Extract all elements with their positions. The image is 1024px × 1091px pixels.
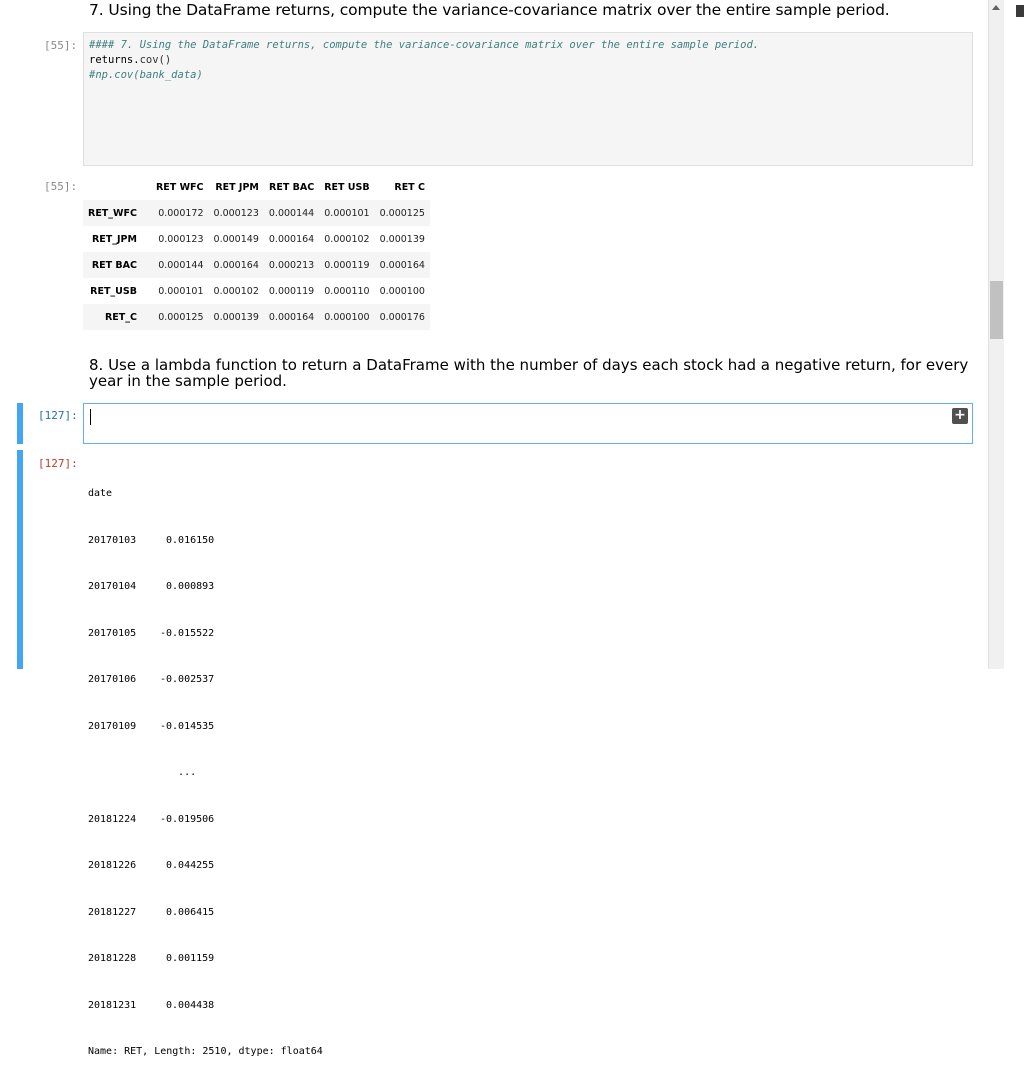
series-output: date 20170103 0.016150 20170104 0.000893… xyxy=(88,455,323,1091)
heading-question-8: 8. Use a lambda function to return a Dat… xyxy=(89,356,969,390)
code-function: cov() xyxy=(139,54,172,66)
table-cell: 0.000164 xyxy=(268,233,315,245)
series-row: 20181224 -0.019506 xyxy=(88,813,215,825)
table-cell: 0.000213 xyxy=(268,259,315,271)
table-cell: 0.000102 xyxy=(213,285,259,297)
series-ellipsis: ... xyxy=(160,767,197,778)
table-cell: 0.000125 xyxy=(379,207,425,219)
table-cell: 0.000125 xyxy=(158,311,204,323)
table-cell: 0.000101 xyxy=(324,207,370,219)
code-statement-line: returns.cov() xyxy=(89,54,171,66)
row-index: RET_JPM xyxy=(91,233,137,245)
table-cell: 0.000149 xyxy=(213,233,259,245)
scrollbar-thumb[interactable] xyxy=(990,281,1003,339)
table-cell: 0.000164 xyxy=(379,259,425,271)
column-header: RET C xyxy=(394,181,425,193)
output-prompt-127: [127]: xyxy=(38,457,78,470)
series-footer: Name: RET, Length: 2510, dtype: float64 xyxy=(88,1046,323,1057)
table-cell: 0.000172 xyxy=(158,207,204,219)
table-row: RET BAC 0.000144 0.000164 0.000213 0.000… xyxy=(83,252,430,278)
series-row: 20170109 -0.014535 xyxy=(88,720,215,732)
column-header: RET USB xyxy=(324,181,370,193)
vertical-scrollbar[interactable] xyxy=(988,0,1004,669)
series-row: 20181231 0.004438 xyxy=(88,999,215,1011)
column-header: RET WFC xyxy=(155,181,204,193)
table-corner xyxy=(83,174,151,200)
scroll-up-arrow-icon[interactable] xyxy=(992,5,1000,10)
table-cell: 0.000176 xyxy=(379,311,425,323)
table-cell: 0.000100 xyxy=(379,285,425,297)
heading-question-7: 7. Using the DataFrame returns, compute … xyxy=(89,1,890,19)
row-index: RET_WFC xyxy=(88,207,137,219)
row-index: RET_USB xyxy=(90,285,137,297)
column-header: RET BAC xyxy=(269,181,315,193)
table-cell: 0.000139 xyxy=(379,233,425,245)
table-cell: 0.000119 xyxy=(324,259,370,271)
code-cell-55[interactable]: #### 7. Using the DataFrame returns, com… xyxy=(83,32,973,166)
notebook-page: 7. Using the DataFrame returns, compute … xyxy=(0,0,988,1057)
table-cell: 0.000110 xyxy=(324,285,370,297)
row-index: RET BAC xyxy=(91,259,137,271)
code-comment-line-2: #np.cov(bank_data) xyxy=(89,69,203,81)
series-row: 20181228 0.001159 xyxy=(88,953,215,964)
active-cell-indicator xyxy=(17,403,23,444)
table-cell: 0.000164 xyxy=(213,259,259,271)
series-row: 20170104 0.000893 xyxy=(88,581,215,592)
output-prompt-55: [55]: xyxy=(44,180,78,193)
series-row: 20181227 0.006415 xyxy=(88,906,215,918)
table-cell: 0.000123 xyxy=(213,207,259,219)
table-row: RET_WFC 0.000172 0.000123 0.000144 0.000… xyxy=(83,200,430,226)
code-input-127[interactable]: + xyxy=(83,403,973,444)
table-cell: 0.000101 xyxy=(158,285,204,297)
input-prompt-127: [127]: xyxy=(38,409,78,422)
table-cell: 0.000144 xyxy=(268,207,315,219)
covariance-table: RET WFC RET JPM RET BAC RET USB RET C RE… xyxy=(83,174,430,330)
column-header: RET JPM xyxy=(215,181,259,193)
table-cell: 0.000164 xyxy=(268,311,315,323)
table-cell: 0.000102 xyxy=(324,233,370,245)
series-row: 20170106 -0.002537 xyxy=(88,674,215,685)
add-cell-button[interactable]: + xyxy=(952,408,968,424)
table-cell: 0.000139 xyxy=(213,311,259,323)
plus-icon: + xyxy=(954,407,966,423)
table-cell: 0.000123 xyxy=(158,233,204,245)
right-side-panel xyxy=(1004,0,1024,669)
table-row: RET_JPM 0.000123 0.000149 0.000164 0.000… xyxy=(83,226,430,252)
active-output-indicator xyxy=(17,450,23,669)
table-row: RET_C 0.000125 0.000139 0.000164 0.00010… xyxy=(83,304,430,330)
series-row: 20170105 -0.015522 xyxy=(88,627,215,639)
row-index: RET_C xyxy=(104,311,137,323)
series-row: 20181226 0.044255 xyxy=(88,860,215,871)
text-cursor xyxy=(90,409,91,425)
table-cell: 0.000100 xyxy=(324,311,370,323)
table-cell: 0.000119 xyxy=(268,285,315,297)
input-prompt-55: [55]: xyxy=(44,39,78,52)
series-index-name: date xyxy=(88,488,113,499)
table-row: RET_USB 0.000101 0.000102 0.000119 0.000… xyxy=(83,278,430,304)
code-object: returns. xyxy=(89,54,140,66)
panel-toggle-icon[interactable] xyxy=(1016,5,1024,17)
table-header-row: RET WFC RET JPM RET BAC RET USB RET C xyxy=(83,174,430,200)
table-cell: 0.000144 xyxy=(158,259,204,271)
code-comment-line: #### 7. Using the DataFrame returns, com… xyxy=(89,39,760,51)
series-row: 20170103 0.016150 xyxy=(88,534,215,546)
